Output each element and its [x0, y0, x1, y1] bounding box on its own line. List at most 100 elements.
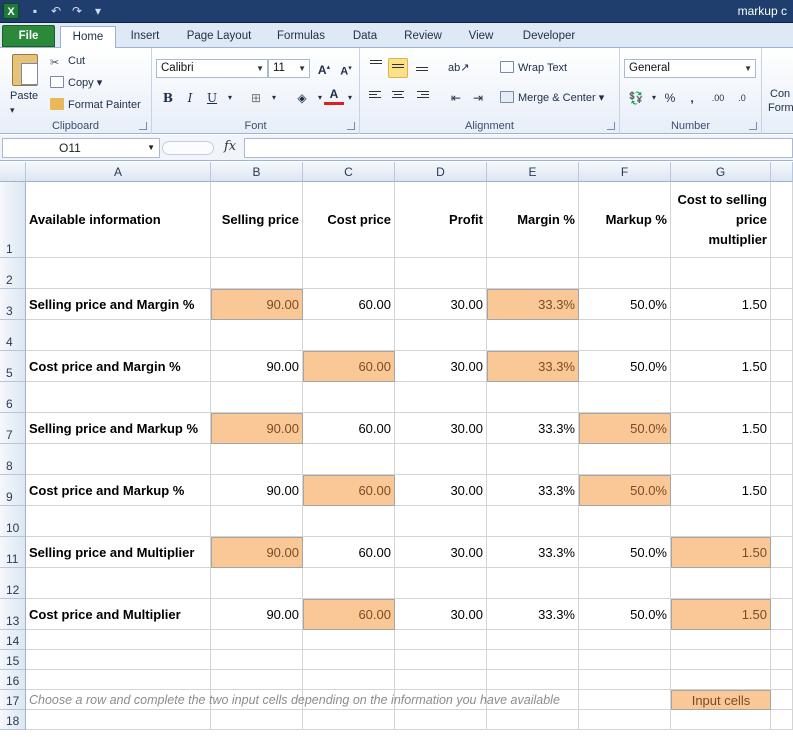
cell-g16[interactable] — [671, 670, 771, 690]
percent-button[interactable]: % — [660, 88, 680, 108]
value-cell-c7[interactable]: 60.00 — [303, 413, 395, 444]
value-cell-e7[interactable]: 33.3% — [487, 413, 579, 444]
cell-d15[interactable] — [395, 650, 487, 670]
row-header-13[interactable]: 13 — [0, 599, 26, 630]
name-box[interactable]: O11 ▼ — [2, 138, 160, 158]
align-top-icon[interactable] — [366, 58, 386, 78]
tab-review[interactable]: Review — [396, 26, 450, 48]
cell-d4[interactable] — [395, 320, 487, 351]
fill-color-icon[interactable]: ◈ — [292, 88, 312, 108]
italic-button[interactable]: I — [180, 88, 200, 108]
orientation-icon[interactable]: ab↗ — [448, 58, 469, 78]
tab-insert[interactable]: Insert — [122, 26, 168, 48]
underline-button[interactable]: U — [202, 88, 222, 108]
value-cell-g5[interactable]: 1.50 — [671, 351, 771, 382]
bold-button[interactable]: B — [158, 88, 178, 108]
shrink-font-icon[interactable]: A▾ — [336, 59, 356, 79]
row-label-13[interactable]: Cost price and Multiplier — [26, 599, 211, 630]
row-header-10[interactable]: 10 — [0, 506, 26, 537]
cell-c8[interactable] — [303, 444, 395, 475]
value-cell-b9[interactable]: 90.00 — [211, 475, 303, 506]
cell-g2[interactable] — [671, 258, 771, 289]
cell-b16[interactable] — [211, 670, 303, 690]
value-cell-d11[interactable]: 30.00 — [395, 537, 487, 568]
row-label-7[interactable]: Selling price and Markup % — [26, 413, 211, 444]
underline-dropdown-icon[interactable]: ▾ — [220, 88, 240, 108]
header-c[interactable]: Cost price — [303, 182, 395, 258]
align-left-icon[interactable] — [366, 88, 386, 108]
value-cell-b5[interactable]: 90.00 — [211, 351, 303, 382]
cell-a8[interactable] — [26, 444, 211, 475]
cell-b18[interactable] — [211, 710, 303, 730]
value-cell-f5[interactable]: 50.0% — [579, 351, 671, 382]
tab-data[interactable]: Data — [344, 26, 386, 48]
row-header-6[interactable]: 6 — [0, 382, 26, 413]
align-right-icon[interactable] — [412, 88, 432, 108]
row-header-14[interactable]: 14 — [0, 630, 26, 650]
column-header-f[interactable]: F — [579, 162, 671, 182]
cell-b4[interactable] — [211, 320, 303, 351]
column-header-g[interactable]: G — [671, 162, 771, 182]
cell-c6[interactable] — [303, 382, 395, 413]
font-color-dropdown-icon[interactable]: ▾ — [340, 88, 360, 108]
comma-button[interactable]: , — [682, 88, 702, 108]
cell-b2[interactable] — [211, 258, 303, 289]
cell-a15[interactable] — [26, 650, 211, 670]
cell-d18[interactable] — [395, 710, 487, 730]
input-cell-b7[interactable]: 90.00 — [211, 413, 303, 444]
alignment-launcher-icon[interactable] — [607, 122, 615, 130]
cell-e14[interactable] — [487, 630, 579, 650]
value-cell-e13[interactable]: 33.3% — [487, 599, 579, 630]
row-header-8[interactable]: 8 — [0, 444, 26, 475]
grow-font-icon[interactable]: A▴ — [314, 58, 334, 78]
header-a[interactable]: Available information — [26, 182, 211, 258]
row-header-4[interactable]: 4 — [0, 320, 26, 351]
cell-a6[interactable] — [26, 382, 211, 413]
value-cell-f11[interactable]: 50.0% — [579, 537, 671, 568]
value-cell-d13[interactable]: 30.00 — [395, 599, 487, 630]
cell-b6[interactable] — [211, 382, 303, 413]
header-g[interactable]: Cost to selling price multiplier — [671, 182, 771, 258]
input-cell-e5[interactable]: 33.3% — [487, 351, 579, 382]
customize-icon[interactable]: ▾ — [89, 3, 107, 19]
cell-d8[interactable] — [395, 444, 487, 475]
value-cell-b13[interactable]: 90.00 — [211, 599, 303, 630]
row-label-5[interactable]: Cost price and Margin % — [26, 351, 211, 382]
header-b[interactable]: Selling price — [211, 182, 303, 258]
cell-g10[interactable] — [671, 506, 771, 537]
cell-a12[interactable] — [26, 568, 211, 599]
cell-a4[interactable] — [26, 320, 211, 351]
tab-file[interactable]: File — [2, 25, 55, 47]
cell-d12[interactable] — [395, 568, 487, 599]
clipboard-launcher-icon[interactable] — [139, 122, 147, 130]
value-cell-e9[interactable]: 33.3% — [487, 475, 579, 506]
row-header-5[interactable]: 5 — [0, 351, 26, 382]
row-header-7[interactable]: 7 — [0, 413, 26, 444]
cell-c4[interactable] — [303, 320, 395, 351]
value-cell-c11[interactable]: 60.00 — [303, 537, 395, 568]
cell-f14[interactable] — [579, 630, 671, 650]
cell-g14[interactable] — [671, 630, 771, 650]
value-cell-g9[interactable]: 1.50 — [671, 475, 771, 506]
input-cell-c13[interactable]: 60.00 — [303, 599, 395, 630]
input-cell-b3[interactable]: 90.00 — [211, 289, 303, 320]
row-header-9[interactable]: 9 — [0, 475, 26, 506]
cell-g6[interactable] — [671, 382, 771, 413]
cell-g8[interactable] — [671, 444, 771, 475]
header-e[interactable]: Margin % — [487, 182, 579, 258]
font-name-select[interactable]: Calibri ▼ — [156, 59, 268, 78]
number-format-select[interactable]: General ▼ — [624, 59, 756, 78]
cell-f15[interactable] — [579, 650, 671, 670]
row-label-9[interactable]: Cost price and Markup % — [26, 475, 211, 506]
value-cell-e11[interactable]: 33.3% — [487, 537, 579, 568]
value-cell-c3[interactable]: 60.00 — [303, 289, 395, 320]
decrease-decimal-icon[interactable]: .0 — [732, 88, 752, 108]
column-header-a[interactable]: A — [26, 162, 211, 182]
cell-f2[interactable] — [579, 258, 671, 289]
wrap-text-button[interactable]: Wrap Text — [500, 60, 567, 76]
cell-f6[interactable] — [579, 382, 671, 413]
input-cell-g13[interactable]: 1.50 — [671, 599, 771, 630]
formula-bar-resize-handle[interactable] — [162, 141, 214, 155]
cell-e12[interactable] — [487, 568, 579, 599]
input-cell-c5[interactable]: 60.00 — [303, 351, 395, 382]
